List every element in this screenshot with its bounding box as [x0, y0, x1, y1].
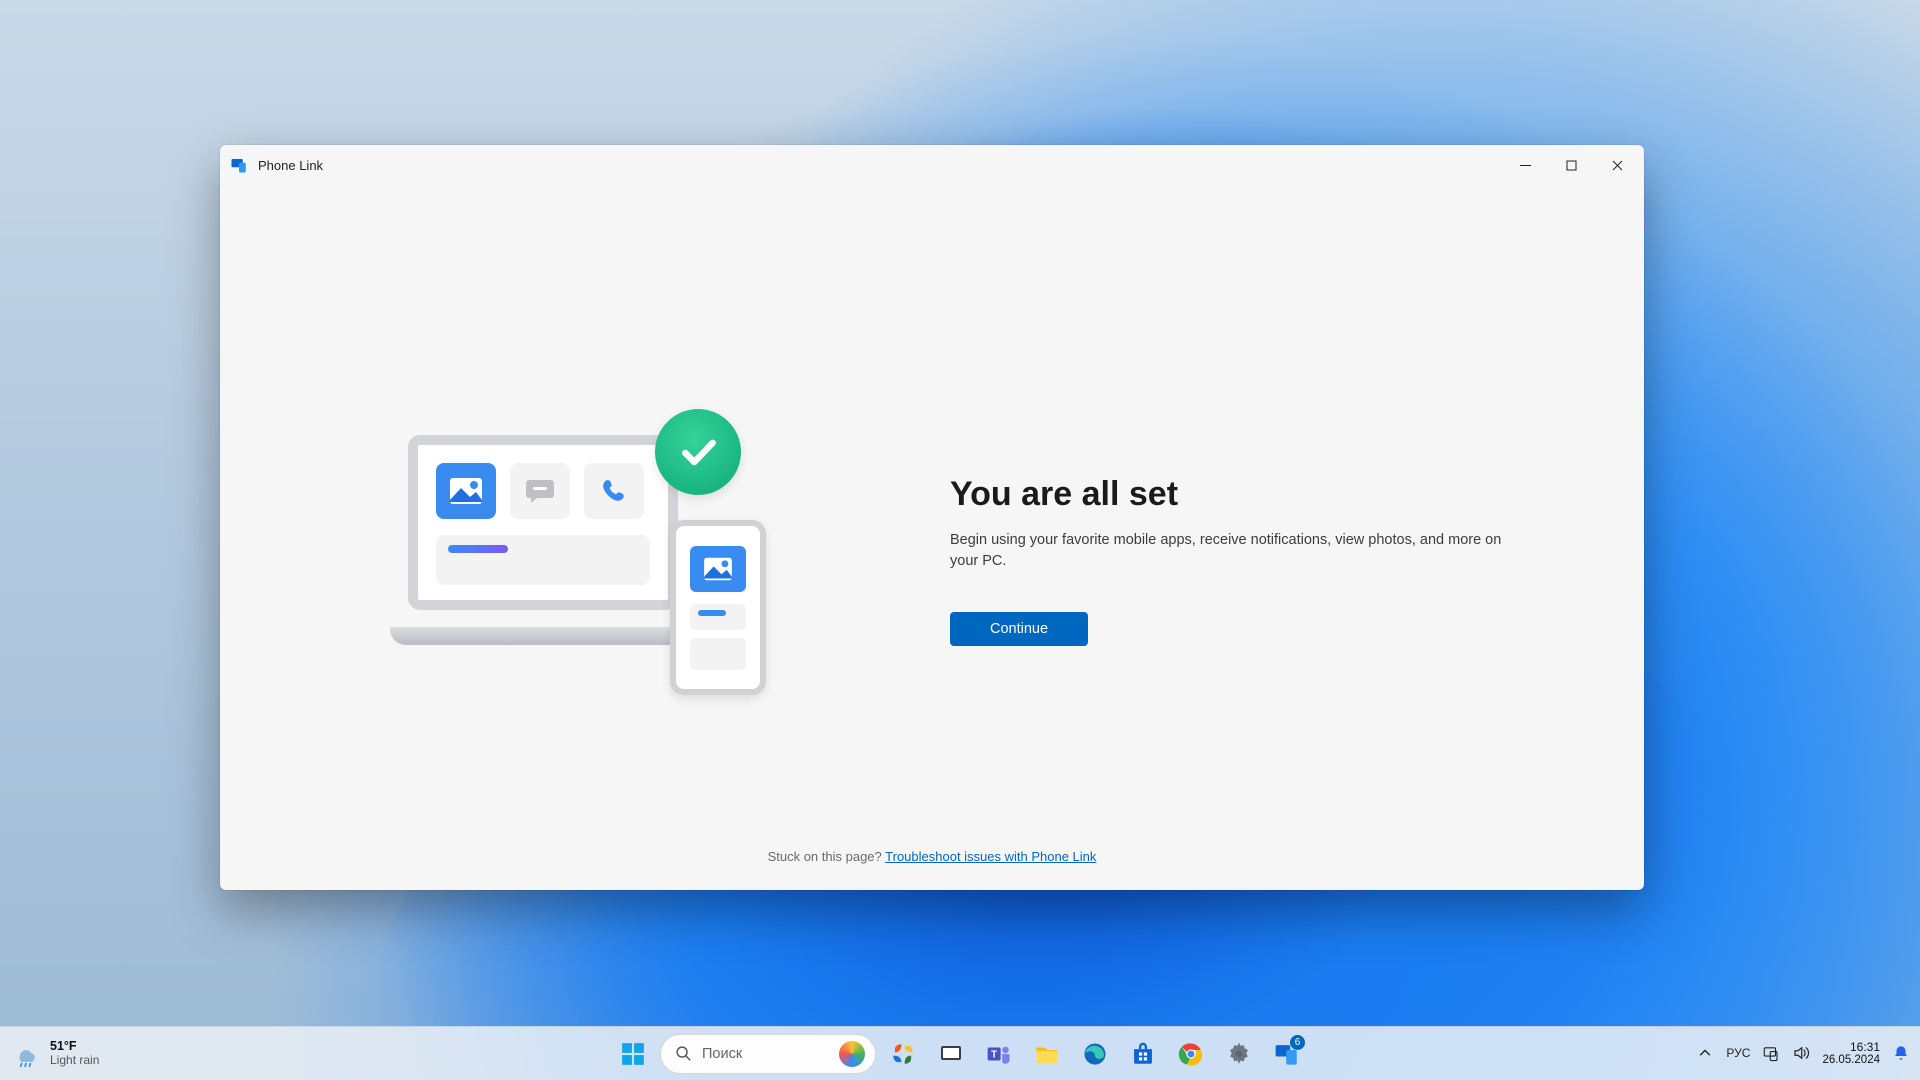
search-placeholder: Поиск — [702, 1046, 829, 1062]
phone-link-window: Phone Link — [220, 145, 1644, 890]
continue-button[interactable]: Continue — [950, 612, 1088, 646]
laptop-graphic — [390, 435, 695, 645]
desktop: Phone Link — [0, 0, 1920, 1080]
phone-photo-icon — [690, 546, 746, 592]
taskbar-task-view[interactable] — [930, 1033, 972, 1075]
taskbar-phone-link[interactable]: 6 — [1266, 1033, 1308, 1075]
taskbar-edge[interactable] — [1074, 1033, 1116, 1075]
window-content: You are all set Begin using your favorit… — [220, 185, 1644, 890]
tray-overflow-button[interactable] — [1696, 1044, 1714, 1062]
weather-icon — [12, 1040, 40, 1068]
taskbar-center: Поиск T — [612, 1033, 1308, 1075]
taskbar: 51°F Light rain Поиск T — [0, 1026, 1920, 1080]
calls-card-icon — [584, 463, 644, 519]
taskbar-file-explorer[interactable] — [1026, 1033, 1068, 1075]
close-button[interactable] — [1594, 149, 1640, 181]
taskbar-right: РУС 16:31 26.05.2024 — [1696, 1041, 1910, 1067]
taskbar-weather[interactable]: 51°F Light rain — [12, 1040, 99, 1068]
notifications-tray-icon[interactable] — [1892, 1044, 1910, 1062]
main-panel: You are all set Begin using your favorit… — [950, 475, 1540, 646]
phone-graphic — [670, 520, 766, 695]
footer: Stuck on this page? Troubleshoot issues … — [220, 849, 1644, 864]
taskbar-settings[interactable] — [1218, 1033, 1260, 1075]
onedrive-tray-icon[interactable] — [1762, 1044, 1780, 1062]
weather-desc: Light rain — [50, 1054, 99, 1067]
taskbar-copilot[interactable] — [882, 1033, 924, 1075]
search-highlight-icon — [839, 1041, 865, 1067]
progress-graphic — [436, 535, 650, 585]
start-button[interactable] — [612, 1033, 654, 1075]
language-indicator[interactable]: РУС — [1726, 1046, 1750, 1060]
taskbar-search[interactable]: Поиск — [660, 1034, 876, 1074]
page-heading: You are all set — [950, 475, 1540, 514]
search-icon — [675, 1045, 692, 1062]
phone-link-badge: 6 — [1290, 1035, 1305, 1050]
footer-prompt: Stuck on this page? — [768, 849, 886, 864]
window-controls — [1502, 149, 1640, 181]
messages-card-icon — [510, 463, 570, 519]
troubleshoot-link[interactable]: Troubleshoot issues with Phone Link — [885, 849, 1096, 864]
photos-card-icon — [436, 463, 496, 519]
svg-text:T: T — [991, 1049, 997, 1060]
maximize-button[interactable] — [1548, 149, 1594, 181]
setup-complete-illustration — [390, 415, 820, 705]
titlebar[interactable]: Phone Link — [220, 145, 1644, 185]
taskbar-store[interactable] — [1122, 1033, 1164, 1075]
weather-temp: 51°F — [50, 1040, 99, 1054]
phone-link-app-icon — [230, 156, 248, 174]
taskbar-teams[interactable]: T — [978, 1033, 1020, 1075]
page-description: Begin using your favorite mobile apps, r… — [950, 530, 1520, 572]
minimize-button[interactable] — [1502, 149, 1548, 181]
taskbar-chrome[interactable] — [1170, 1033, 1212, 1075]
volume-tray-icon[interactable] — [1792, 1044, 1810, 1062]
success-checkmark-icon — [655, 409, 741, 495]
clock-date: 26.05.2024 — [1822, 1054, 1880, 1067]
window-title: Phone Link — [258, 158, 323, 173]
taskbar-clock[interactable]: 16:31 26.05.2024 — [1822, 1041, 1880, 1067]
clock-time: 16:31 — [1822, 1041, 1880, 1054]
